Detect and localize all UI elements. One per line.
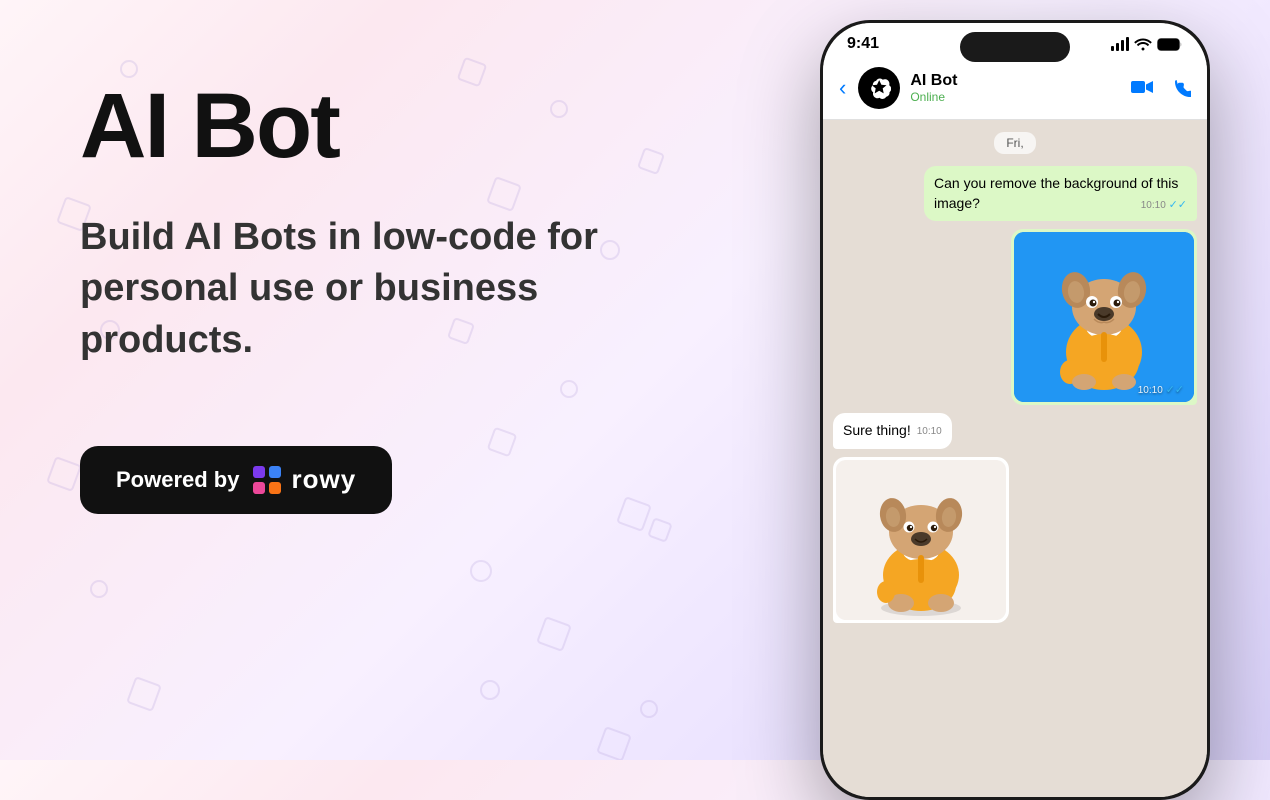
phone-screen: 9:41 bbox=[823, 23, 1207, 797]
back-button[interactable]: ‹ bbox=[839, 75, 846, 101]
bot-info: AI Bot Online bbox=[910, 72, 1121, 104]
status-time: 9:41 bbox=[847, 35, 879, 53]
received-bubble: Sure thing! 10:10 bbox=[833, 413, 952, 449]
signal-icon bbox=[1111, 37, 1129, 51]
message-row-2: 10:10 ✓✓ bbox=[833, 229, 1197, 405]
rowy-icon bbox=[251, 464, 283, 496]
video-call-icon[interactable] bbox=[1131, 79, 1153, 95]
received-text: Sure thing! bbox=[843, 422, 911, 438]
hero-subtitle: Build AI Bots in low-code for personal u… bbox=[80, 212, 600, 366]
received-dog-image bbox=[836, 460, 1006, 620]
rowy-text: rowy bbox=[291, 464, 356, 495]
sent-time-1: 10:10 ✓✓ bbox=[1141, 198, 1187, 213]
bot-avatar bbox=[858, 67, 900, 109]
message-row-4 bbox=[833, 457, 1197, 623]
phone-frame: 9:41 bbox=[820, 20, 1210, 800]
rowy-logo: rowy bbox=[251, 464, 356, 496]
wifi-icon bbox=[1134, 37, 1152, 51]
phone-call-icon[interactable] bbox=[1173, 79, 1191, 97]
received-image-bubble bbox=[833, 457, 1009, 623]
received-time: 10:10 bbox=[917, 425, 942, 439]
dog-white-svg bbox=[836, 460, 1006, 620]
openai-icon bbox=[867, 76, 891, 100]
sent-bubble-1: Can you remove the background of this im… bbox=[924, 166, 1197, 221]
chat-messages: Fri, Can you remove the background of th… bbox=[823, 120, 1207, 797]
dog-blue-svg bbox=[1014, 232, 1194, 402]
powered-by-button[interactable]: Powered by rowy bbox=[80, 446, 392, 514]
date-badge: Fri, bbox=[994, 132, 1035, 154]
powered-by-label: Powered by bbox=[116, 467, 239, 493]
status-icons bbox=[1111, 37, 1183, 51]
message-row-1: Can you remove the background of this im… bbox=[833, 166, 1197, 221]
bot-name: AI Bot bbox=[910, 72, 1121, 90]
header-actions bbox=[1131, 79, 1191, 97]
bot-status: Online bbox=[910, 90, 1121, 104]
page-title: AI Bot bbox=[80, 80, 680, 172]
message-row-3: Sure thing! 10:10 bbox=[833, 413, 1197, 449]
sent-image-bubble: 10:10 ✓✓ bbox=[1011, 229, 1197, 405]
sent-dog-image: 10:10 ✓✓ bbox=[1014, 232, 1194, 402]
phone-mockup: 9:41 bbox=[820, 20, 1210, 800]
dynamic-island bbox=[960, 32, 1070, 62]
hero-section: AI Bot Build AI Bots in low-code for per… bbox=[80, 80, 680, 514]
sent-image-time: 10:10 ✓✓ bbox=[1138, 383, 1184, 396]
chat-header: ‹ AI Bot Online bbox=[823, 59, 1207, 120]
battery-icon bbox=[1157, 38, 1183, 51]
